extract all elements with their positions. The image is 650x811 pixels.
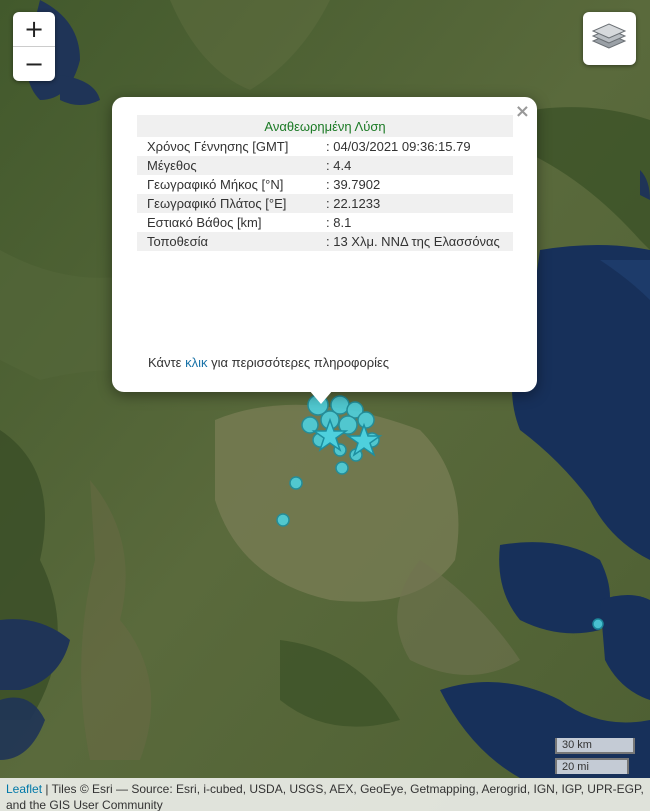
row-label: Χρόνος Γέννησης [GMT] [147,139,289,154]
earthquake-marker[interactable] [335,461,349,475]
more-suffix: για περισσότερες πληροφορίες [207,355,390,370]
scale-mi: 20 mi [555,758,629,774]
zoom-control: + − [13,12,55,81]
row-label: Γεωγραφικό Πλάτος [°E] [137,194,312,213]
more-info-link[interactable]: κλικ [185,355,207,370]
zoom-out-button[interactable]: − [13,46,55,81]
more-info-text: Κάντε κλικ για περισσότερες πληροφορίες [148,355,389,370]
more-prefix: Κάντε [148,355,186,370]
row-value: : 22.1233 [312,194,513,213]
earthquake-popup: × Αναθεωρημένη Λύση Χρόνος Γέννησης [GMT… [112,97,537,392]
earthquake-marker[interactable] [289,476,303,490]
row-value: : 39.7902 [326,177,381,192]
row-value: : 04/03/2021 09:36:15.79 [326,139,471,154]
scale-bar: 30 km 20 mi [555,738,635,774]
row-label: Μέγεθος [137,156,312,175]
row-value: : 4.4 [312,156,513,175]
row-value: : 13 Χλμ. ΝΝΔ της Ελασσόνας [312,232,513,251]
layers-control-button[interactable] [583,12,636,65]
map[interactable]: + − × Αναθεωρημένη Λύση Χρόνος Γέννησης … [0,0,650,811]
row-label: Εστιακό Βάθος [km] [147,215,262,230]
popup-tip [309,390,333,404]
scale-km: 30 km [555,738,635,754]
attribution: Leaflet | Tiles © Esri — Source: Esri, i… [0,778,650,811]
row-value: : 8.1 [326,215,352,230]
earthquake-marker[interactable] [592,618,604,630]
earthquake-marker[interactable] [276,513,290,527]
earthquake-marker[interactable] [357,411,375,429]
row-label: Γεωγραφικό Μήκος [°N] [147,177,284,192]
attribution-text: | Tiles © Esri — Source: Esri, i-cubed, … [6,782,644,811]
zoom-in-button[interactable]: + [13,12,55,46]
layers-icon [591,23,627,49]
earthquake-details-table: Αναθεωρημένη Λύση Χρόνος Γέννησης [GMT]:… [137,115,513,251]
row-label: Τοποθεσία [137,232,312,251]
popup-close-button[interactable]: × [515,101,530,122]
popup-title: Αναθεωρημένη Λύση [137,115,513,137]
leaflet-link[interactable]: Leaflet [6,782,42,796]
